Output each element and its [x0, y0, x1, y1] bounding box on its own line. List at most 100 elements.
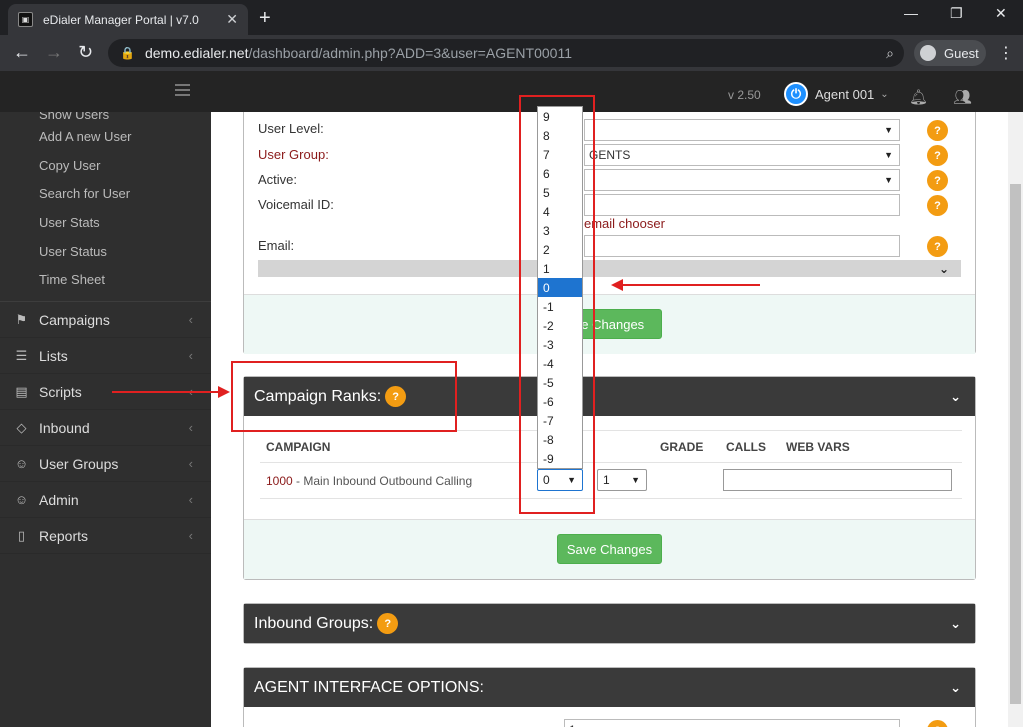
- sidebar-subitem-copy-user[interactable]: Copy User: [0, 151, 211, 180]
- sidebar-item-lists[interactable]: ☰ Lists ‹: [0, 338, 211, 375]
- user-level-select[interactable]: ▼: [584, 119, 900, 141]
- voicemail-chooser-link[interactable]: email chooser: [584, 216, 665, 231]
- close-window-icon[interactable]: ✕: [995, 5, 1007, 22]
- panel-footer: ve Changes: [244, 294, 975, 354]
- inbound-groups-header[interactable]: Inbound Groups: ? ⌄: [244, 604, 975, 643]
- annotation-box-dropdown: [519, 95, 595, 514]
- user-group-label: User Group:: [258, 147, 329, 162]
- sidebar-subitem-user-stats[interactable]: User Stats: [0, 208, 211, 237]
- voicemail-input[interactable]: [584, 194, 900, 216]
- forward-icon[interactable]: →: [45, 42, 63, 63]
- sidebar-item-label: Inbound: [39, 419, 90, 436]
- browser-tab[interactable]: ▣ eDialer Manager Portal | v7.0 ✕: [8, 4, 248, 35]
- help-icon[interactable]: ?: [927, 170, 948, 191]
- web-vars-input[interactable]: [723, 469, 952, 491]
- email-label: Email:: [258, 238, 295, 253]
- chevron-down-icon: ⌄: [938, 262, 949, 276]
- table-header-row: CAMPAIGN GRADE CALLS WEB VARS: [260, 430, 962, 463]
- caret-down-icon: ▼: [884, 175, 893, 185]
- user-level-label: User Level:: [258, 121, 324, 136]
- chevron-left-icon: ‹: [188, 456, 193, 472]
- tab-title: eDialer Manager Portal | v7.0: [43, 12, 199, 27]
- hamburger-icon[interactable]: [175, 84, 190, 99]
- version-label: v 2.50: [728, 88, 761, 102]
- column-header: [594, 430, 654, 463]
- sidebar-subitem-add-user[interactable]: Add A new User: [0, 122, 211, 151]
- power-icon: ⏻: [784, 82, 808, 106]
- help-icon[interactable]: ?: [927, 236, 948, 257]
- sidebar-subitem-label: Show Users: [39, 112, 110, 122]
- panel-footer: Save Changes: [244, 519, 975, 579]
- agent-menu[interactable]: ⏻ Agent 001 ⌄: [784, 82, 889, 106]
- panel-title: Inbound Groups:: [254, 614, 374, 632]
- sidebar-subitem-time-sheet[interactable]: Time Sheet: [0, 265, 211, 294]
- column-header: WEB VARS: [780, 430, 962, 463]
- active-select[interactable]: ▼: [584, 169, 900, 191]
- annotation-arrowhead: [218, 386, 230, 398]
- save-changes-button[interactable]: Save Changes: [557, 534, 662, 564]
- sidebar-subitem-label: Add A new User: [39, 128, 132, 144]
- annotation-arrowhead: [611, 279, 623, 291]
- app-header: v 2.50 ⏻ Agent 001 ⌄ 🔔︎ 👥︎: [0, 71, 1023, 112]
- sidebar-item-label: Campaigns: [39, 311, 110, 328]
- user-group-select[interactable]: GENTS ▼: [584, 144, 900, 166]
- search-icon[interactable]: ⌕: [886, 45, 894, 62]
- chevron-down-icon[interactable]: ⌄: [950, 389, 961, 405]
- grade-select[interactable]: 1 ▼: [597, 469, 647, 491]
- sidebar-item-campaigns[interactable]: ⚑ Campaigns ‹: [0, 302, 211, 339]
- sidebar-item-admin[interactable]: ☺ Admin ‹: [0, 482, 211, 519]
- new-tab-icon[interactable]: +: [259, 7, 271, 30]
- caret-down-icon: ▼: [884, 150, 893, 160]
- chevron-down-icon[interactable]: ⌄: [950, 616, 961, 632]
- back-icon[interactable]: ←: [13, 42, 31, 63]
- sidebar-subitem-show-users[interactable]: Show Users: [0, 112, 211, 122]
- sidebar-subitem-label: Time Sheet: [39, 272, 105, 288]
- annotation-box-campaign-ranks: [231, 361, 457, 432]
- browser-menu-icon[interactable]: ⋮: [998, 43, 1014, 63]
- annotation-arrow: [623, 284, 760, 286]
- scrollbar-thumb[interactable]: [1010, 184, 1021, 704]
- campaign-id-link[interactable]: 1000: [266, 474, 293, 488]
- help-icon[interactable]: ?: [927, 120, 948, 141]
- bell-icon[interactable]: 🔔︎: [909, 88, 928, 106]
- sidebar-item-reports[interactable]: ▯ Reports ‹: [0, 518, 211, 555]
- caret-down-icon: ▼: [631, 475, 640, 485]
- chevron-left-icon: ‹: [188, 528, 193, 544]
- maximize-icon[interactable]: ❐: [950, 5, 963, 22]
- sidebar-subitem-search-user[interactable]: Search for User: [0, 179, 211, 208]
- sidebar-item-user-groups[interactable]: ☺ User Groups ‹: [0, 446, 211, 483]
- email-input[interactable]: [584, 235, 900, 257]
- sidebar-item-label: Reports: [39, 527, 89, 544]
- chevron-left-icon: ‹: [188, 312, 193, 328]
- chevron-down-icon[interactable]: ⌄: [950, 680, 961, 696]
- users-icon[interactable]: 👥︎: [953, 88, 972, 106]
- address-bar[interactable]: 🔒 demo.edialer.net /dashboard/admin.php?…: [108, 39, 904, 67]
- document-icon: ▯: [17, 527, 26, 543]
- script-icon: ▤: [15, 383, 28, 399]
- active-label: Active:: [258, 172, 298, 187]
- agent-interface-header[interactable]: AGENT INTERFACE OPTIONS: ⌄: [244, 668, 975, 707]
- sidebar-subitem-user-status[interactable]: User Status: [0, 237, 211, 266]
- help-icon[interactable]: ?: [927, 145, 948, 166]
- site-favicon-icon: ▣: [18, 12, 33, 27]
- profile-button[interactable]: Guest: [914, 40, 986, 66]
- flag-icon: ⚑: [15, 311, 28, 327]
- url-host: demo.edialer.net: [144, 45, 249, 61]
- sidebar-subitem-label: Search for User: [39, 186, 131, 202]
- sidebar-subitem-label: User Status: [39, 243, 107, 259]
- grade-cell: [654, 462, 720, 499]
- browser-toolbar: ← → ↻ 🔒 demo.edialer.net /dashboard/admi…: [0, 35, 1023, 71]
- reload-icon[interactable]: ↻: [78, 42, 93, 63]
- agent-interface-select[interactable]: 1 ▼: [564, 719, 900, 727]
- help-icon[interactable]: ?: [927, 195, 948, 216]
- expand-bar[interactable]: ⌄: [258, 260, 961, 277]
- page-scrollbar[interactable]: [1008, 112, 1023, 727]
- minimize-icon[interactable]: —: [904, 5, 918, 21]
- help-icon[interactable]: ?: [927, 720, 948, 727]
- help-icon[interactable]: ?: [377, 613, 399, 634]
- profile-label: Guest: [944, 45, 979, 61]
- inbound-groups-panel: Inbound Groups: ? ⌄: [243, 603, 976, 644]
- sidebar-item-inbound[interactable]: ◇ Inbound ‹: [0, 410, 211, 447]
- caret-down-icon: ▼: [884, 125, 893, 135]
- tab-close-icon[interactable]: ✕: [226, 11, 238, 28]
